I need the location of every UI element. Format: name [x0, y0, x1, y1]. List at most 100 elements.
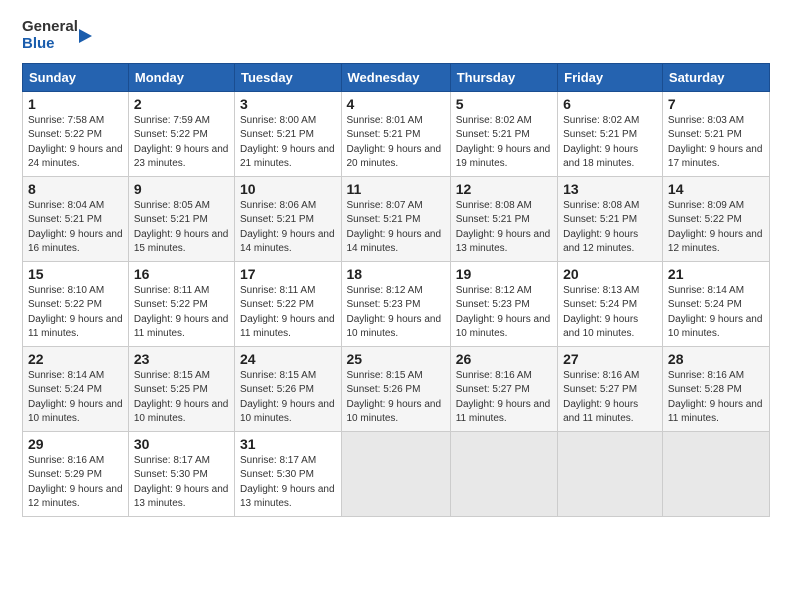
calendar-cell: 1 Sunrise: 7:58 AMSunset: 5:22 PMDaylight…	[23, 91, 129, 176]
day-info: Sunrise: 8:00 AMSunset: 5:21 PMDaylight:…	[240, 114, 336, 172]
day-info: Sunrise: 8:15 AMSunset: 5:26 PMDaylight:…	[240, 369, 336, 427]
day-info: Sunrise: 8:10 AMSunset: 5:22 PMDaylight:…	[28, 284, 123, 342]
day-info: Sunrise: 7:58 AMSunset: 5:22 PMDaylight:…	[28, 114, 123, 172]
day-number: 17	[240, 266, 336, 282]
day-info: Sunrise: 8:01 AMSunset: 5:21 PMDaylight:…	[347, 114, 445, 172]
calendar-cell: 2Sunrise: 7:59 AMSunset: 5:22 PMDaylight…	[128, 91, 234, 176]
calendar-cell: 25 Sunrise: 8:15 AMSunset: 5:26 PMDayligh…	[341, 346, 450, 431]
page-header: General Blue	[22, 18, 770, 53]
day-number: 20	[563, 266, 657, 282]
calendar-week-row: 8 Sunrise: 8:04 AMSunset: 5:21 PMDaylight…	[23, 176, 770, 261]
logo-arrow-icon	[79, 29, 92, 43]
day-number: 28	[668, 351, 764, 367]
calendar-week-row: 22Sunrise: 8:14 AMSunset: 5:24 PMDayligh…	[23, 346, 770, 431]
day-info: Sunrise: 8:14 AMSunset: 5:24 PMDaylight:…	[668, 284, 764, 342]
day-number: 23	[134, 351, 229, 367]
day-number: 13	[563, 181, 657, 197]
column-header-wednesday: Wednesday	[341, 63, 450, 91]
day-number: 15	[28, 266, 123, 282]
day-info: Sunrise: 8:16 AMSunset: 5:27 PMDaylight:…	[456, 369, 552, 427]
day-info: Sunrise: 8:03 AMSunset: 5:21 PMDaylight:…	[668, 114, 764, 172]
day-info: Sunrise: 8:11 AMSunset: 5:22 PMDaylight:…	[240, 284, 336, 342]
day-info: Sunrise: 8:17 AMSunset: 5:30 PMDaylight:…	[240, 454, 336, 512]
calendar-cell	[450, 431, 557, 516]
day-number: 27	[563, 351, 657, 367]
calendar-cell: 24 Sunrise: 8:15 AMSunset: 5:26 PMDayligh…	[235, 346, 342, 431]
calendar-cell: 23Sunrise: 8:15 AMSunset: 5:25 PMDayligh…	[128, 346, 234, 431]
calendar-cell: 7Sunrise: 8:03 AMSunset: 5:21 PMDaylight…	[662, 91, 769, 176]
day-number: 19	[456, 266, 552, 282]
logo-general: General	[22, 18, 78, 35]
day-info: Sunrise: 8:06 AMSunset: 5:21 PMDaylight:…	[240, 199, 336, 257]
day-number: 3	[240, 96, 336, 112]
day-number: 5	[456, 96, 552, 112]
day-info: Sunrise: 8:09 AMSunset: 5:22 PMDaylight:…	[668, 199, 764, 257]
day-number: 2	[134, 96, 229, 112]
day-info: Sunrise: 8:16 AMSunset: 5:28 PMDaylight:…	[668, 369, 764, 427]
day-info: Sunrise: 8:13 AMSunset: 5:24 PMDaylight:…	[563, 284, 657, 342]
calendar-cell: 14 Sunrise: 8:09 AMSunset: 5:22 PMDayligh…	[662, 176, 769, 261]
day-number: 8	[28, 181, 123, 197]
calendar-cell	[662, 431, 769, 516]
calendar-body: 1 Sunrise: 7:58 AMSunset: 5:22 PMDaylight…	[23, 91, 770, 516]
calendar-cell: 20 Sunrise: 8:13 AMSunset: 5:24 PMDayligh…	[558, 261, 663, 346]
day-number: 12	[456, 181, 552, 197]
day-number: 26	[456, 351, 552, 367]
calendar-header-row: SundayMondayTuesdayWednesdayThursdayFrid…	[23, 63, 770, 91]
calendar-cell: 18Sunrise: 8:12 AMSunset: 5:23 PMDayligh…	[341, 261, 450, 346]
calendar-cell: 17 Sunrise: 8:11 AMSunset: 5:22 PMDayligh…	[235, 261, 342, 346]
calendar-cell: 30Sunrise: 8:17 AMSunset: 5:30 PMDayligh…	[128, 431, 234, 516]
day-info: Sunrise: 8:12 AMSunset: 5:23 PMDaylight:…	[456, 284, 552, 342]
column-header-thursday: Thursday	[450, 63, 557, 91]
calendar-cell: 22Sunrise: 8:14 AMSunset: 5:24 PMDayligh…	[23, 346, 129, 431]
day-info: Sunrise: 8:05 AMSunset: 5:21 PMDaylight:…	[134, 199, 229, 257]
day-info: Sunrise: 8:16 AMSunset: 5:29 PMDaylight:…	[28, 454, 123, 512]
calendar-cell: 28 Sunrise: 8:16 AMSunset: 5:28 PMDayligh…	[662, 346, 769, 431]
day-info: Sunrise: 8:08 AMSunset: 5:21 PMDaylight:…	[563, 199, 657, 257]
calendar-cell: 29Sunrise: 8:16 AMSunset: 5:29 PMDayligh…	[23, 431, 129, 516]
day-number: 21	[668, 266, 764, 282]
calendar-cell: 6Sunrise: 8:02 AMSunset: 5:21 PMDaylight…	[558, 91, 663, 176]
calendar-cell: 31 Sunrise: 8:17 AMSunset: 5:30 PMDayligh…	[235, 431, 342, 516]
calendar-cell: 27 Sunrise: 8:16 AMSunset: 5:27 PMDayligh…	[558, 346, 663, 431]
day-number: 1	[28, 96, 123, 112]
calendar-cell: 8 Sunrise: 8:04 AMSunset: 5:21 PMDaylight…	[23, 176, 129, 261]
column-header-sunday: Sunday	[23, 63, 129, 91]
calendar-week-row: 15 Sunrise: 8:10 AMSunset: 5:22 PMDayligh…	[23, 261, 770, 346]
day-number: 14	[668, 181, 764, 197]
day-info: Sunrise: 8:11 AMSunset: 5:22 PMDaylight:…	[134, 284, 229, 342]
calendar-cell: 12Sunrise: 8:08 AMSunset: 5:21 PMDayligh…	[450, 176, 557, 261]
day-info: Sunrise: 8:04 AMSunset: 5:21 PMDaylight:…	[28, 199, 123, 257]
calendar-cell: 15 Sunrise: 8:10 AMSunset: 5:22 PMDayligh…	[23, 261, 129, 346]
calendar-cell	[558, 431, 663, 516]
day-info: Sunrise: 8:15 AMSunset: 5:26 PMDaylight:…	[347, 369, 445, 427]
calendar-week-row: 1 Sunrise: 7:58 AMSunset: 5:22 PMDaylight…	[23, 91, 770, 176]
calendar-week-row: 29Sunrise: 8:16 AMSunset: 5:29 PMDayligh…	[23, 431, 770, 516]
logo: General Blue	[22, 18, 92, 53]
logo-blue: Blue	[22, 35, 78, 52]
day-number: 25	[347, 351, 445, 367]
day-number: 30	[134, 436, 229, 452]
column-header-tuesday: Tuesday	[235, 63, 342, 91]
calendar-cell: 3 Sunrise: 8:00 AMSunset: 5:21 PMDaylight…	[235, 91, 342, 176]
day-number: 31	[240, 436, 336, 452]
column-header-saturday: Saturday	[662, 63, 769, 91]
calendar-cell: 11Sunrise: 8:07 AMSunset: 5:21 PMDayligh…	[341, 176, 450, 261]
day-number: 24	[240, 351, 336, 367]
day-info: Sunrise: 8:07 AMSunset: 5:21 PMDaylight:…	[347, 199, 445, 257]
calendar-cell: 13 Sunrise: 8:08 AMSunset: 5:21 PMDayligh…	[558, 176, 663, 261]
calendar-cell: 26 Sunrise: 8:16 AMSunset: 5:27 PMDayligh…	[450, 346, 557, 431]
calendar-cell: 16Sunrise: 8:11 AMSunset: 5:22 PMDayligh…	[128, 261, 234, 346]
calendar-cell	[341, 431, 450, 516]
calendar-cell: 19 Sunrise: 8:12 AMSunset: 5:23 PMDayligh…	[450, 261, 557, 346]
calendar-cell: 9Sunrise: 8:05 AMSunset: 5:21 PMDaylight…	[128, 176, 234, 261]
day-info: Sunrise: 8:16 AMSunset: 5:27 PMDaylight:…	[563, 369, 657, 427]
day-number: 18	[347, 266, 445, 282]
calendar-cell: 5Sunrise: 8:02 AMSunset: 5:21 PMDaylight…	[450, 91, 557, 176]
column-header-monday: Monday	[128, 63, 234, 91]
day-info: Sunrise: 8:02 AMSunset: 5:21 PMDaylight:…	[563, 114, 657, 172]
day-number: 10	[240, 181, 336, 197]
calendar-cell: 4Sunrise: 8:01 AMSunset: 5:21 PMDaylight…	[341, 91, 450, 176]
calendar-table: SundayMondayTuesdayWednesdayThursdayFrid…	[22, 63, 770, 517]
logo-text: General Blue	[22, 18, 78, 53]
